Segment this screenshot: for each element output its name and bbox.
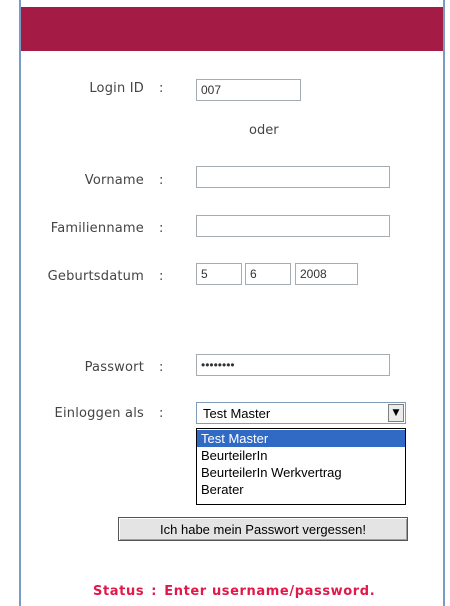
birth-day-input[interactable] bbox=[196, 263, 242, 285]
status-label: Status bbox=[93, 584, 145, 599]
vorname-input[interactable] bbox=[196, 166, 390, 188]
login-id-colon: : bbox=[159, 81, 164, 96]
status-separator: : bbox=[146, 584, 163, 599]
role-option-test-master[interactable]: Test Master bbox=[197, 430, 405, 447]
password-input[interactable] bbox=[196, 354, 390, 376]
login-id-label: Login ID bbox=[89, 81, 144, 96]
status-message: Status : Enter username/password. bbox=[93, 584, 375, 599]
oder-separator: oder bbox=[249, 123, 279, 138]
role-option-beurteilerin-werkvertrag[interactable]: BeurteilerIn Werkvertrag bbox=[197, 464, 405, 481]
status-text: Enter username/password. bbox=[164, 584, 376, 599]
passwort-label: Passwort bbox=[84, 360, 144, 375]
role-option-beurteilerin[interactable]: BeurteilerIn bbox=[197, 447, 405, 464]
birth-month-input[interactable] bbox=[245, 263, 291, 285]
page-frame-right bbox=[443, 0, 445, 606]
geburtsdatum-colon: : bbox=[159, 269, 164, 284]
vorname-label: Vorname bbox=[84, 173, 144, 188]
header-bar bbox=[21, 7, 443, 51]
familienname-input[interactable] bbox=[196, 215, 390, 237]
familienname-colon: : bbox=[159, 221, 164, 236]
vorname-colon: : bbox=[159, 173, 164, 188]
familienname-label: Familienname bbox=[50, 221, 144, 236]
role-select[interactable]: Test Master ▼ bbox=[196, 402, 406, 424]
einloggen-als-label: Einloggen als bbox=[54, 406, 144, 421]
forgot-password-button[interactable]: Ich habe mein Passwort vergessen! bbox=[118, 517, 408, 541]
login-id-input[interactable] bbox=[196, 79, 301, 101]
passwort-colon: : bbox=[159, 360, 164, 375]
chevron-down-icon[interactable]: ▼ bbox=[388, 404, 404, 422]
geburtsdatum-label: Geburtsdatum bbox=[47, 269, 144, 284]
role-select-value: Test Master bbox=[203, 406, 271, 421]
birth-year-input[interactable] bbox=[295, 263, 358, 285]
role-option-berater[interactable]: Berater bbox=[197, 481, 405, 498]
role-dropdown-list: Test Master BeurteilerIn BeurteilerIn We… bbox=[196, 428, 406, 505]
einloggen-als-colon: : bbox=[159, 406, 164, 421]
